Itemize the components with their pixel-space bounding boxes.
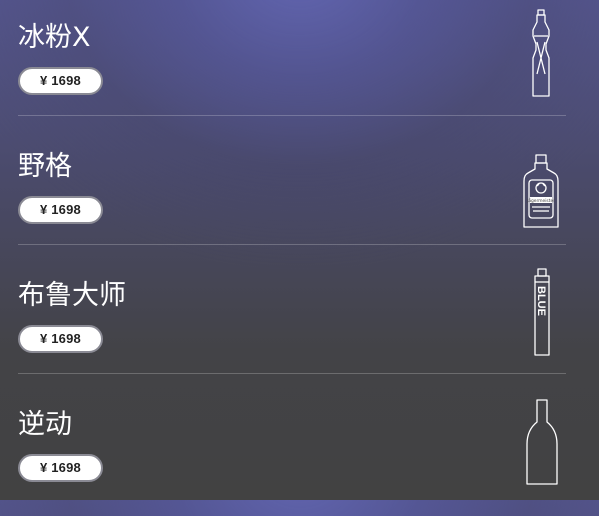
divider [18, 373, 566, 374]
price-badge[interactable]: ¥ 1698 [18, 67, 103, 95]
product-name: 冰粉X [18, 22, 91, 53]
product-name: 布鲁大师 [18, 280, 126, 311]
price-badge[interactable]: ¥ 1698 [18, 454, 103, 482]
bottle-label: BLUE [535, 286, 547, 316]
divider [18, 115, 566, 116]
product-list: 冰粉X ¥ 1698 野格 ¥ 1698 Jägermeister 布鲁大师 ¥… [0, 0, 599, 500]
product-name: 逆动 [18, 409, 72, 440]
list-item[interactable]: 逆动 ¥ 1698 [0, 387, 599, 516]
bottle-x-icon [521, 8, 561, 100]
product-name: 野格 [18, 151, 72, 182]
list-item[interactable]: 冰粉X ¥ 1698 [0, 0, 599, 129]
bottle-jagermeister-icon: Jägermeister [518, 153, 564, 231]
bottle-label: Jägermeister [526, 198, 555, 204]
list-item[interactable]: 野格 ¥ 1698 Jägermeister [0, 129, 599, 258]
bottle-blue-icon: BLUE [524, 268, 560, 358]
list-item[interactable]: 布鲁大师 ¥ 1698 BLUE [0, 258, 599, 387]
divider [18, 244, 566, 245]
price-badge[interactable]: ¥ 1698 [18, 196, 103, 224]
price-badge[interactable]: ¥ 1698 [18, 325, 103, 353]
bottle-plain-icon [517, 398, 567, 486]
